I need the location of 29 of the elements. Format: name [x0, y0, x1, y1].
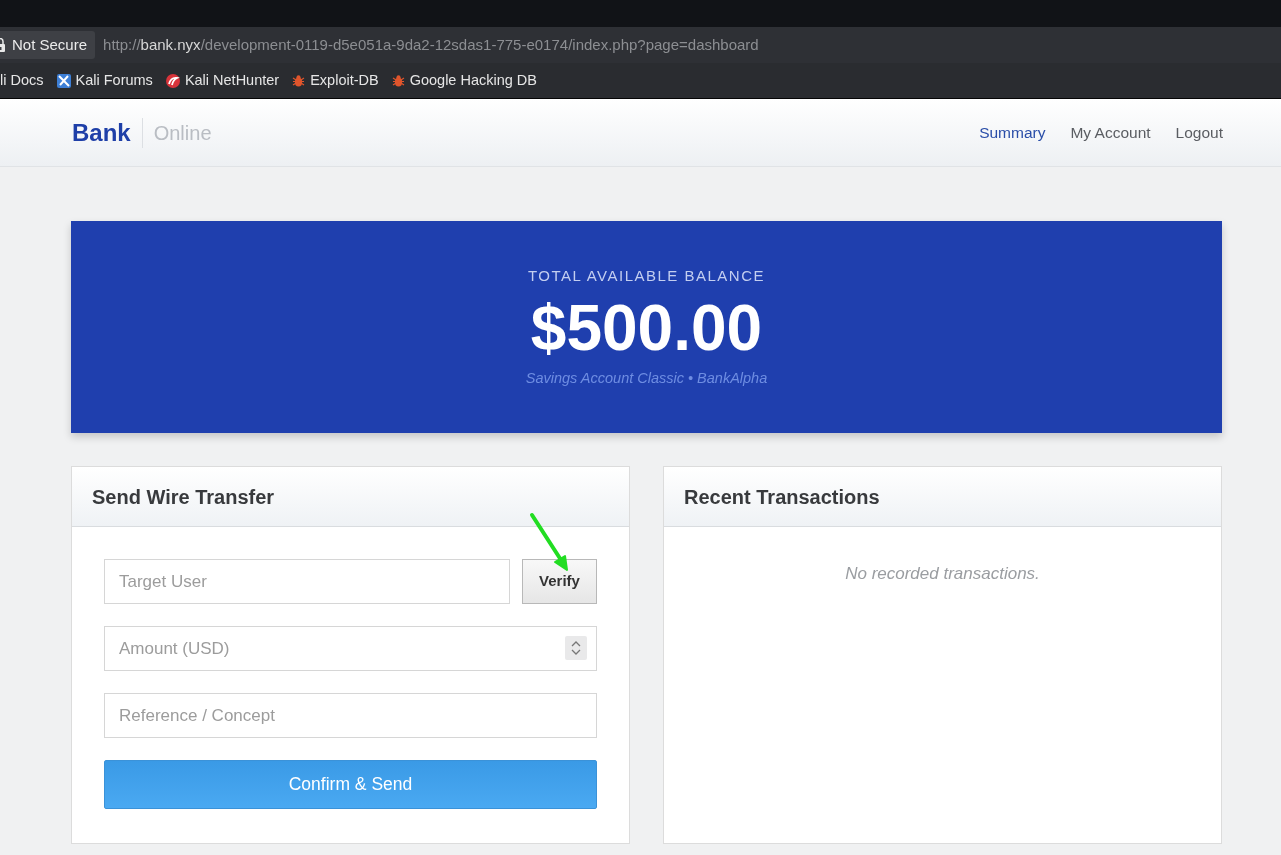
nav-link[interactable]: Logout	[1175, 120, 1223, 145]
bookmark-link[interactable]: li Docs	[0, 69, 44, 92]
input-field[interactable]: Amount (USD)	[104, 626, 597, 671]
url-text[interactable]: http://bank.nyx/development-0119-d5e051a-9da2-12sdas1-775-e0174/index.php?page=dashboard	[103, 33, 759, 57]
bug-icon	[391, 74, 405, 87]
lock-icon	[0, 38, 7, 52]
empty-message: No recorded transactions.	[845, 563, 1040, 585]
swirl-icon	[165, 73, 180, 88]
balance-amount: $500.00	[530, 291, 763, 364]
bookmark-link[interactable]: Google Hacking DB	[391, 69, 537, 92]
bookmark-link[interactable]: Kali NetHunter	[165, 69, 280, 92]
input-field[interactable]: Target User	[104, 559, 510, 604]
input-field[interactable]: Reference / Concept	[104, 693, 597, 738]
security-label: Not Secure	[12, 34, 88, 55]
bookmark-link[interactable]: Kali Forums	[56, 69, 153, 92]
tile-icon	[56, 73, 71, 88]
brand-suffix: Online	[153, 120, 212, 146]
nav-link[interactable]: My Account	[1070, 120, 1151, 145]
nav-link[interactable]: Summary	[979, 120, 1046, 145]
chevron-up-down-icon[interactable]	[565, 636, 587, 660]
brand-name: Bank	[72, 117, 131, 148]
card-title: Recent Transactions	[684, 484, 880, 510]
account-name: Savings Account Classic • BankAlpha	[525, 368, 768, 388]
balance-label: TOTAL AVAILABLE BALANCE	[527, 266, 766, 286]
security-chip[interactable]: Not Secure	[0, 31, 96, 59]
verify-button[interactable]: Verify	[522, 559, 597, 604]
bookmark-link[interactable]: Exploit-DB	[292, 69, 379, 92]
card-title: Send Wire Transfer	[92, 484, 275, 510]
bug-icon	[292, 74, 306, 87]
